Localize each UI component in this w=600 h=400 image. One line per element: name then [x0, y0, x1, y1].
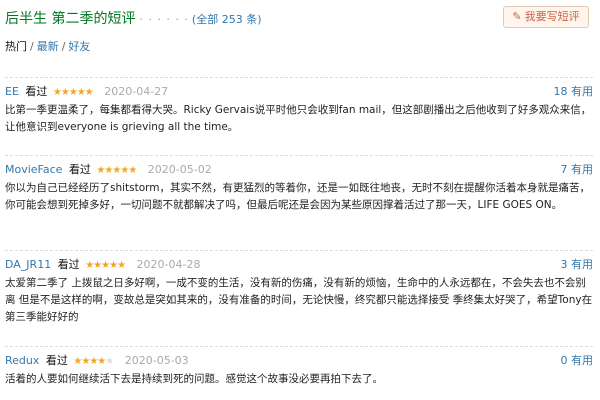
review-meta: EE 看过 ★★★★★ 2020-04-27 18 有用	[5, 83, 593, 101]
review-meta: MovieFace 看过 ★★★★★ 2020-05-02 7 有用	[5, 161, 593, 179]
review-text: 比第一季更温柔了，每集都看得大哭。Ricky Gervais说平时他只会收到fa…	[5, 104, 592, 133]
tab-friends[interactable]: 好友	[68, 40, 90, 53]
watched-label: 看过	[57, 258, 80, 271]
useful-vote-link[interactable]: 18 有用	[554, 83, 594, 99]
title-text: 后半生 第二季的短评	[5, 11, 136, 27]
star-icon: ★	[105, 356, 114, 367]
useful-vote-link[interactable]: 0 有用	[561, 352, 594, 368]
tab-separator: /	[30, 40, 34, 53]
star-icon: ★	[85, 260, 94, 271]
review-user-link[interactable]: Redux	[5, 354, 39, 367]
review-item: MovieFace 看过 ★★★★★ 2020-05-02 7 有用 你以为自己…	[5, 155, 593, 214]
star-icon: ★	[128, 165, 137, 176]
review-date: 2020-04-27	[104, 85, 169, 98]
review-date: 2020-05-03	[124, 354, 189, 367]
review-item: Redux 看过 ★★★★★ 2020-05-03 0 有用 活着的人要如何继续…	[5, 346, 593, 388]
review-meta: Redux 看过 ★★★★★ 2020-05-03 0 有用	[5, 352, 593, 370]
rating-stars: ★★★★★	[52, 87, 94, 98]
star-icon: ★	[52, 87, 62, 98]
review-meta: DA_JR11 看过 ★★★★★ 2020-04-28 3 有用	[5, 256, 593, 274]
review-text: 活着的人要如何继续活下去是持续到死的问题。感觉这个故事没必要再拍下去了。	[5, 373, 383, 385]
watched-label: 看过	[25, 85, 48, 98]
review-item: DA_JR11 看过 ★★★★★ 2020-04-28 3 有用 太爱第二季了 …	[5, 250, 593, 326]
watched-label: 看过	[68, 163, 91, 176]
star-icon: ★	[68, 87, 78, 98]
rating-stars: ★★★★★	[85, 260, 126, 271]
tab-latest[interactable]: 最新	[37, 40, 59, 53]
rating-stars: ★★★★★	[73, 356, 114, 367]
star-icon: ★	[101, 260, 110, 271]
review-user-link[interactable]: EE	[5, 85, 19, 98]
title-dots: · · · · · ·	[139, 13, 189, 26]
write-review-label: 我要写短评	[524, 10, 580, 23]
page-title: 后半生 第二季的短评 · · · · · · (全部 253 条)	[5, 8, 262, 28]
review-text: 你以为自己已经经历了shitstorm，其实不然，有更猛烈的等着你，还是一如既往…	[5, 182, 591, 211]
page-header: 后半生 第二季的短评 · · · · · · (全部 253 条) ✎ 我要写短评	[5, 6, 595, 28]
star-icon: ★	[93, 260, 102, 271]
watched-label: 看过	[45, 354, 68, 367]
useful-vote-link[interactable]: 3 有用	[561, 256, 594, 272]
review-user-link[interactable]: DA_JR11	[5, 258, 51, 271]
useful-vote-link[interactable]: 7 有用	[561, 161, 594, 177]
star-icon: ★	[84, 87, 94, 98]
total-count-link[interactable]: (全部 253 条)	[192, 13, 262, 26]
pencil-icon: ✎	[512, 10, 522, 23]
star-icon: ★	[76, 87, 86, 98]
star-icon: ★	[117, 260, 126, 271]
review-date: 2020-04-28	[136, 258, 201, 271]
write-review-button[interactable]: ✎ 我要写短评	[503, 6, 589, 28]
rating-stars: ★★★★★	[96, 165, 137, 176]
sort-tabs: 热门 / 最新 / 好友	[5, 38, 90, 54]
tab-separator: /	[61, 40, 66, 53]
tab-hot[interactable]: 热门	[5, 40, 27, 53]
review-date: 2020-05-02	[147, 163, 212, 176]
review-text: 太爱第二季了 上拨鼠之日多好啊，一成不变的生活，没有新的伤痛，没有新的烦恼，生命…	[5, 277, 593, 323]
star-icon: ★	[60, 87, 70, 98]
review-item: EE 看过 ★★★★★ 2020-04-27 18 有用 比第一季更温柔了，每集…	[5, 77, 593, 136]
star-icon: ★	[109, 260, 118, 271]
review-user-link[interactable]: MovieFace	[5, 163, 62, 176]
